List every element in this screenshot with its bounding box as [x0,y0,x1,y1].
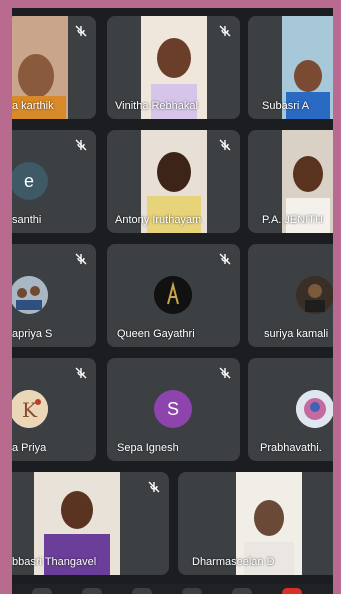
participant-name: a Priya [12,442,47,454]
participant-name: Prabhavathi. [260,442,322,454]
control-button[interactable] [132,588,152,594]
participant-tile[interactable]: Queen Gayathri [107,244,240,347]
participant-name: Queen Gayathri [117,328,195,340]
participant-tile[interactable]: apriya S [12,244,96,347]
mic-off-icon [74,366,88,380]
mic-off-icon [147,480,161,494]
participant-name: apriya S [12,328,53,340]
participant-tile[interactable]: bbasri Thangavel [12,472,169,575]
participant-tile[interactable]: Antony Iruthayam [107,130,240,233]
participant-tile[interactable]: e santhi [12,130,96,233]
mic-off-icon [218,138,232,152]
participant-tile[interactable]: a karthik [12,16,96,119]
mic-off-icon [218,24,232,38]
participant-tile[interactable]: Dharmaseelan D [178,472,333,575]
mic-off-icon [74,138,88,152]
participant-avatar [296,390,333,428]
meeting-controls-bar [12,584,333,594]
participant-name: Sepa Ignesh [117,442,179,454]
participant-tile[interactable]: suriya kamali [248,244,333,347]
participant-avatar: e [12,162,48,200]
control-button[interactable] [32,588,52,594]
participant-tile[interactable]: S Sepa Ignesh [107,358,240,461]
control-button[interactable] [82,588,102,594]
mic-off-icon [74,252,88,266]
mic-off-icon [74,24,88,38]
mic-off-icon [218,252,232,266]
control-button[interactable] [232,588,252,594]
participant-avatar: S [154,390,192,428]
participant-name: santhi [12,214,42,226]
participant-name: Antony Iruthayam [115,214,202,226]
leave-call-button[interactable] [282,588,302,594]
participant-tile[interactable]: Prabhavathi. [248,358,333,461]
participant-name: Subasri A [262,100,310,112]
participant-tile[interactable]: Subasri A [248,16,333,119]
participant-avatar [154,276,192,314]
participant-avatar [296,276,333,314]
participant-avatar [12,276,48,314]
control-button[interactable] [182,588,202,594]
participant-name: P.A. JENITH [262,214,323,226]
participant-tile[interactable]: K a Priya [12,358,96,461]
participant-name: Vinitha Rebhakal [115,100,198,112]
avatar-initial: S [166,398,179,419]
participant-name: Dharmaseelan D [192,556,275,568]
participant-tile[interactable]: Vinitha Rebhakal [107,16,240,119]
participant-name: suriya kamali [264,328,329,340]
participant-tile[interactable]: P.A. JENITH [248,130,333,233]
meeting-grid: a karthik Vinitha Rebhakal Subasri A e s… [12,8,333,594]
participant-name: bbasri Thangavel [12,556,97,568]
participant-avatar: K [12,390,48,428]
participant-name: a karthik [12,100,54,112]
mic-off-icon [218,366,232,380]
avatar-initial: e [23,170,34,191]
